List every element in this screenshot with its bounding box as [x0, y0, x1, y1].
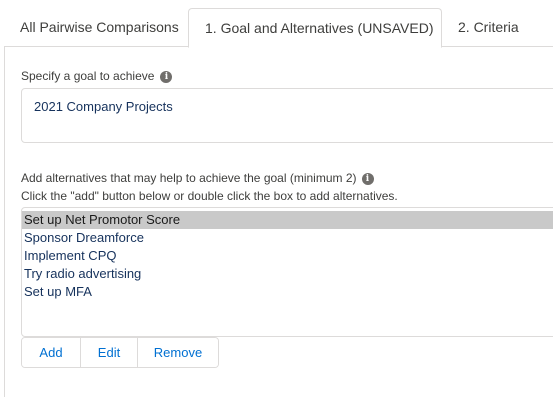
- list-item[interactable]: Try radio advertising: [22, 265, 553, 283]
- info-icon[interactable]: i: [361, 172, 374, 185]
- goal-input[interactable]: 2021 Company Projects: [21, 88, 553, 143]
- info-icon[interactable]: i: [160, 70, 173, 83]
- list-item[interactable]: Sponsor Dreamforce: [22, 229, 553, 247]
- list-item[interactable]: Set up MFA: [22, 283, 553, 301]
- goal-label: Specify a goal to achieve: [21, 69, 155, 83]
- edit-button[interactable]: Edit: [80, 338, 137, 367]
- tab-goal-and-alternatives[interactable]: 1. Goal and Alternatives (UNSAVED): [188, 8, 442, 48]
- list-item[interactable]: Set up Net Promotor Score: [22, 211, 553, 229]
- tab-bar: All Pairwise Comparisons 1. Goal and Alt…: [4, 0, 553, 48]
- alternatives-button-group: Add Edit Remove: [21, 337, 219, 368]
- goal-label-row: Specify a goal to achieve i: [21, 69, 173, 83]
- add-button[interactable]: Add: [22, 338, 80, 367]
- alternatives-label: Add alternatives that may help to achiev…: [21, 171, 357, 185]
- tab-criteria[interactable]: 2. Criteria: [442, 8, 553, 47]
- list-item[interactable]: Implement CPQ: [22, 247, 553, 265]
- panel-left-border: [4, 47, 5, 397]
- remove-button[interactable]: Remove: [137, 338, 218, 367]
- alternatives-hint: Click the "add" button below or double c…: [21, 189, 398, 203]
- goal-value: 2021 Company Projects: [34, 99, 173, 114]
- alternatives-label-row: Add alternatives that may help to achiev…: [21, 171, 374, 185]
- tab-all-pairwise-comparisons[interactable]: All Pairwise Comparisons: [4, 8, 188, 47]
- alternatives-list[interactable]: Set up Net Promotor Score Sponsor Dreamf…: [21, 207, 553, 337]
